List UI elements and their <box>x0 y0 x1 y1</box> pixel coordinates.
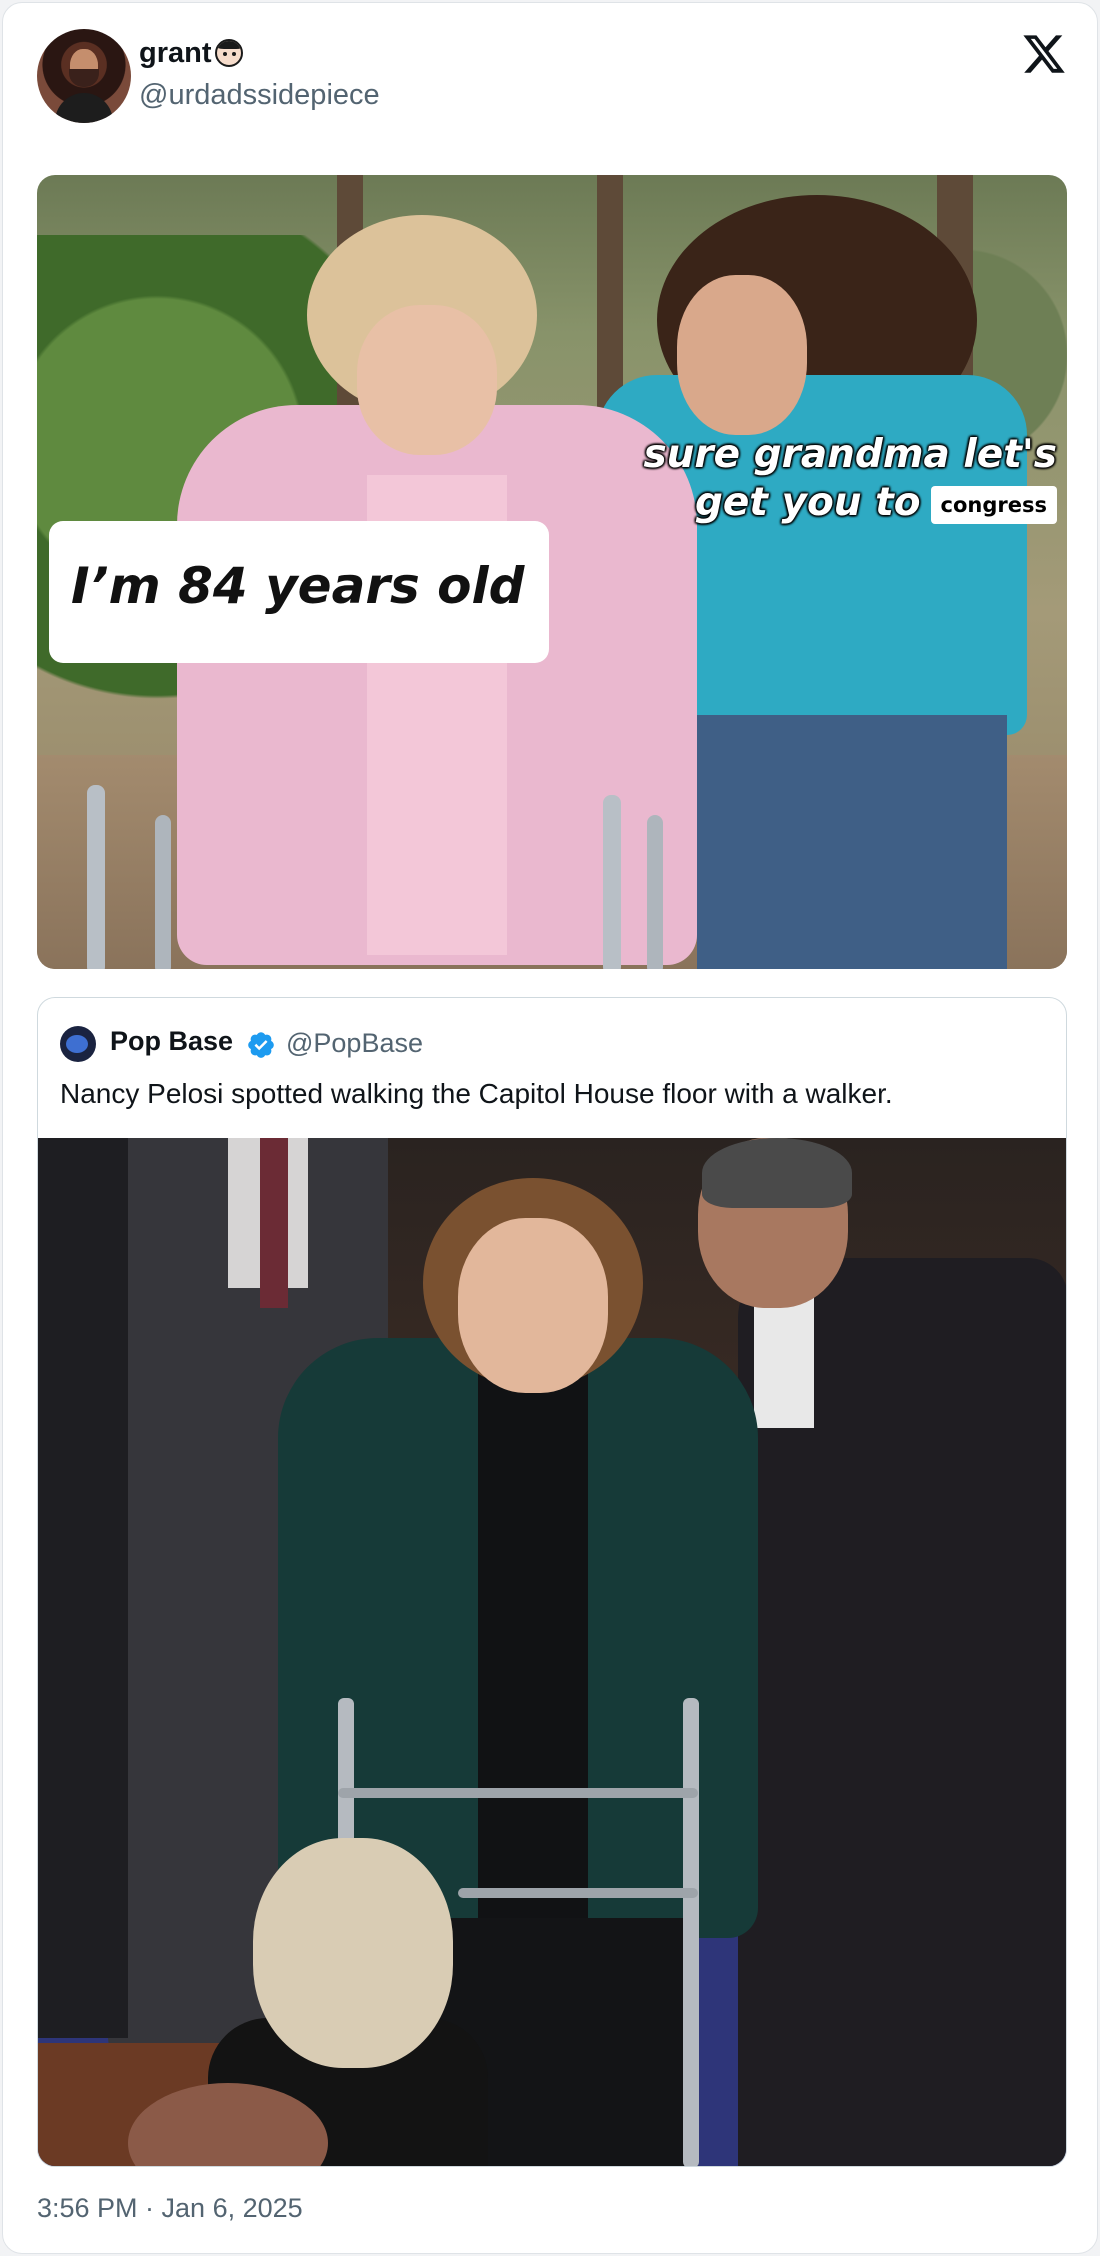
meme-tag-label: congress <box>930 485 1057 524</box>
verified-badge-icon <box>248 1032 274 1058</box>
quoted-post-text: Nancy Pelosi spotted walking the Capitol… <box>60 1078 893 1109</box>
meme-right-caption-block: sure grandma let's get you to congress <box>617 431 1057 527</box>
person-face-emoji-icon <box>215 39 243 67</box>
quoted-author-avatar[interactable] <box>60 1026 96 1062</box>
post-timestamp[interactable]: 3:56 PM · Jan 6, 2025 <box>37 2193 303 2224</box>
author-avatar[interactable] <box>37 29 131 123</box>
author-display-name[interactable]: grant <box>139 37 212 70</box>
quoted-author-handle[interactable]: @PopBase <box>286 1028 423 1059</box>
meme-left-caption: I’m 84 years old <box>71 557 525 615</box>
quoted-post[interactable]: Pop Base @PopBase Nancy Pelosi spotted w… <box>37 997 1067 2167</box>
quoted-post-photo[interactable] <box>38 1138 1066 2166</box>
quoted-author-name[interactable]: Pop Base <box>110 1026 233 1057</box>
meme-caption-box: I’m 84 years old <box>49 521 549 663</box>
x-logo-icon[interactable] <box>1021 31 1067 77</box>
author-handle[interactable]: @urdadssidepiece <box>139 79 380 112</box>
meme-image[interactable]: I’m 84 years old sure grandma let's get … <box>37 175 1067 969</box>
post-card: grant @urdadssidepiece I’m 84 years old … <box>2 2 1098 2254</box>
